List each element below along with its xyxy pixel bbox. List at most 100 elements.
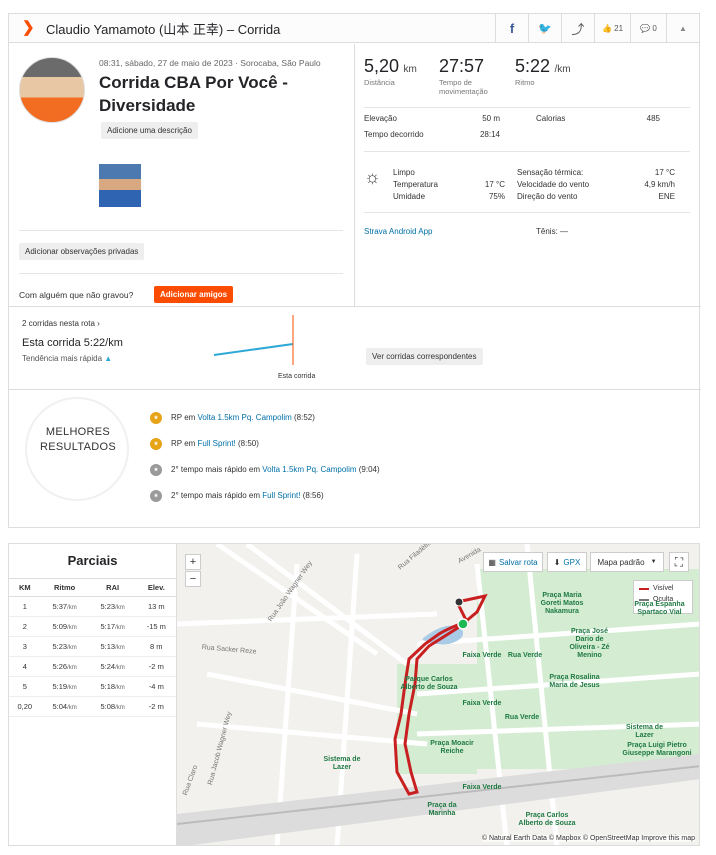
map-style-select[interactable]: Mapa padrão ▼: [590, 552, 664, 572]
fullscreen-icon: ⛶: [674, 554, 684, 569]
segment-link[interactable]: Volta 1.5km Pq. Campolim: [262, 465, 356, 474]
download-icon: ⬇: [553, 557, 561, 567]
best-effort-prefix: 2° tempo mais rápido em: [171, 491, 263, 500]
view-matched-runs-button[interactable]: Ver corridas correspondentes: [366, 348, 483, 365]
distance-unit: km: [403, 64, 417, 75]
trend-label: Tendência mais rápida: [22, 354, 103, 363]
cell-unit: /km: [115, 625, 125, 631]
cell-unit: /km: [115, 665, 125, 671]
fullscreen-button[interactable]: ⛶: [669, 552, 689, 572]
table-cell: 5:13/km: [88, 636, 137, 657]
cell-unit: /km: [67, 605, 77, 611]
activity-title: Corrida CBA Por Você - Diversidade: [99, 73, 288, 115]
table-cell: 5:23/km: [40, 636, 89, 657]
collapse-button[interactable]: ▲: [666, 14, 699, 42]
legend-visible: Visível: [639, 585, 687, 592]
trend-chart: [213, 315, 294, 365]
segment-link[interactable]: Volta 1.5km Pq. Campolim: [198, 413, 292, 422]
table-cell: 5:37/km: [40, 596, 89, 617]
map-attribution[interactable]: © Natural Earth Data © Mapbox © OpenStre…: [481, 835, 695, 842]
save-route-label: Salvar rota: [498, 557, 538, 567]
facebook-share-button[interactable]: f: [495, 14, 528, 42]
segment-link[interactable]: Full Sprint!: [198, 439, 236, 448]
with-someone-text: Com alguém que não gravou?: [19, 290, 134, 300]
divider: [19, 230, 343, 231]
map-place-label: Parque Carlos Alberto de Souza: [400, 676, 458, 691]
table-cell: 5: [9, 676, 41, 697]
avatar[interactable]: [19, 57, 85, 123]
legend-visible-label: Visível: [653, 585, 674, 592]
matched-runs-count[interactable]: 2 corridas nesta rota ›: [22, 319, 100, 328]
table-cell: 4: [9, 656, 41, 677]
map-place-label: Praça Espanha Spartaco Vial: [634, 601, 685, 616]
cell-value: 5:08: [100, 702, 116, 711]
humidity-label: Umidade: [393, 192, 426, 201]
calories-label: Calorias: [536, 114, 566, 123]
add-friends-button[interactable]: Adicionar amigos: [154, 286, 234, 303]
cell-unit: /km: [115, 705, 125, 711]
cell-value: 5: [22, 682, 27, 691]
cell-value: 5:09: [52, 622, 68, 631]
comments-count: 💬 0: [640, 23, 657, 33]
map-place-label: Praça Rosalina Maria de Jesus: [549, 674, 600, 689]
add-description-button[interactable]: Adicione uma descrição: [101, 122, 198, 139]
table-cell: -2 m: [136, 696, 176, 717]
activity-stats: 5,20 km Distância 27:57 Tempo de movimen…: [355, 44, 701, 306]
best-effort-item: 2° tempo mais rápido em Full Sprint! (8:…: [171, 491, 324, 500]
table-cell: 5:24/km: [88, 656, 137, 677]
cell-value: 5:13: [100, 642, 116, 651]
zoom-in-button[interactable]: +: [185, 554, 201, 570]
best-effort-prefix: RP em: [171, 439, 198, 448]
temperature-label: Temperatura: [393, 180, 438, 189]
pace-label: Ritmo: [515, 78, 535, 87]
matched-runs-count-text: 2 corridas nesta rota: [22, 319, 95, 328]
map-place-label: Rua Verde: [504, 714, 540, 721]
medal-icon: ★: [150, 438, 162, 450]
route-map[interactable]: + − ▦ Salvar rota ⬇ GPX Mapa padrão ▼ ⛶ Vis…: [176, 543, 700, 846]
table-cell: 5:09/km: [40, 616, 89, 637]
elevation-label: Elevação: [364, 114, 397, 123]
comments-button[interactable]: 💬 0: [630, 14, 666, 42]
wind-speed-value: 4,9 km/h: [644, 180, 675, 189]
weather-condition: Limpo: [393, 168, 415, 177]
activity-photo[interactable]: [99, 164, 141, 207]
cell-unit: /km: [115, 685, 125, 691]
add-private-notes-button[interactable]: Adicionar observações privadas: [19, 243, 145, 260]
table-row: 5 5:19/km 5:18/km -4 m: [9, 676, 176, 697]
elapsed-label: Tempo decorrido: [364, 130, 424, 139]
best-effort-suffix: (8:56): [300, 491, 324, 500]
facebook-icon: f: [509, 20, 515, 36]
splits-header: KM: [9, 578, 41, 597]
splits-table: KM Ritmo RAI Elev. 1 5:37/km 5:23/km 13 m 2 5:09…: [9, 578, 176, 717]
finish-flag-icon: [454, 597, 464, 607]
table-cell: 5:18/km: [88, 676, 137, 697]
splits-title: Parciais: [67, 553, 118, 568]
cell-value: 5:26: [52, 662, 68, 671]
zoom-out-button[interactable]: −: [185, 571, 201, 587]
trend-text: Tendência mais rápida ▲: [22, 354, 112, 363]
splits-header: Elev.: [136, 578, 176, 597]
divider: [19, 273, 343, 274]
divider: [364, 107, 690, 108]
share-button[interactable]: ⤴: [561, 14, 594, 42]
twitter-share-button[interactable]: 🐦: [528, 14, 561, 42]
device-app-link[interactable]: Strava Android App: [364, 227, 433, 236]
humidity-value: 75%: [488, 192, 505, 201]
map-canvas[interactable]: [177, 544, 700, 846]
shoes-text: Tênis: —: [536, 227, 569, 236]
map-place-label: Praça José Dario de Oliveira - Zé Menino: [569, 628, 610, 659]
gpx-download-button[interactable]: ⬇ GPX: [547, 552, 587, 572]
matched-runs-section: 2 corridas nesta rota › Esta corrida 5:2…: [9, 306, 701, 390]
table-cell: 5:23/km: [88, 596, 137, 617]
chevron-down-icon: ▼: [650, 559, 657, 565]
pace-value: 5:22: [515, 56, 551, 76]
table-row: 0,20 5:04/km 5:08/km -2 m: [9, 696, 176, 717]
this-run-label: Esta corrida: [22, 337, 81, 349]
table-row: 1 5:37/km 5:23/km 13 m: [9, 596, 176, 617]
legend-visible-swatch: [639, 587, 649, 590]
kudos-button[interactable]: 👍 21: [594, 14, 630, 42]
cell-value: -2 m: [148, 662, 164, 671]
save-route-button[interactable]: ▦ Salvar rota: [483, 552, 543, 572]
segment-link[interactable]: Full Sprint!: [262, 491, 300, 500]
distance-value: 5,20: [364, 56, 400, 76]
